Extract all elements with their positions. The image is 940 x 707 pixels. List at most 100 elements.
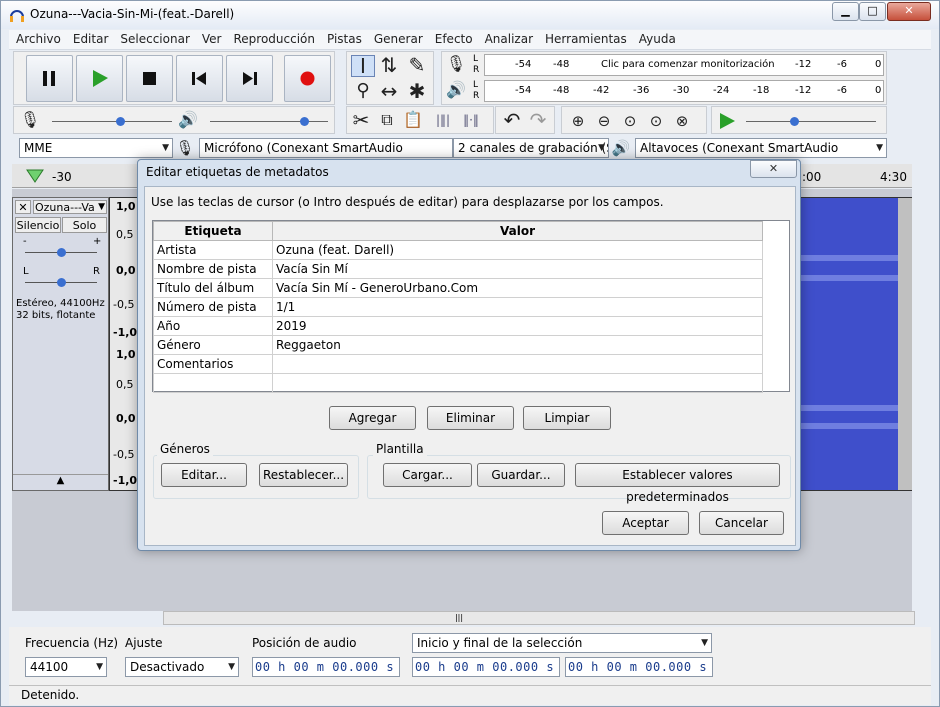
menu-ver[interactable]: Ver [195,30,227,49]
menu-analizar[interactable]: Analizar [478,30,538,49]
tag-cell[interactable]: Título del álbum [153,278,273,298]
selection-tool-icon[interactable]: I [351,55,375,77]
channels-select[interactable]: 2 canales de grabación (S ▼ [453,138,609,158]
cancel-button[interactable]: Cancelar [699,511,784,535]
audio-position-field[interactable]: 00 h 00 m 00.000 s [252,657,400,677]
tag-cell[interactable]: Número de pista [153,297,273,317]
collapse-track-icon[interactable]: ▲ [13,474,108,490]
play-at-speed-icon[interactable] [718,112,736,130]
menu-pistas[interactable]: Pistas [320,30,367,49]
speed-slider[interactable] [746,117,876,126]
menu-generar[interactable]: Generar [367,30,428,49]
rec-volume-slider[interactable] [52,117,172,126]
selection-start-field[interactable]: 00 h 00 m 00.000 s [412,657,560,677]
set-defaults-button[interactable]: Establecer valores predeterminados [575,463,780,504]
horizontal-scrollbar[interactable]: ||| [163,611,915,625]
track-close-icon[interactable]: ✕ [15,200,31,214]
zoom-toggle-icon[interactable]: ⊗ [670,111,694,131]
multi-tool-icon[interactable]: ✱ [405,81,429,101]
redo-icon[interactable]: ↷ [526,110,550,130]
tag-cell[interactable]: Nombre de pista [153,259,273,279]
draw-tool-icon[interactable]: ✎ [405,55,429,75]
zoom-tool-icon[interactable]: ⚲ [351,81,375,101]
value-cell[interactable]: Reggaeton [272,335,763,355]
menu-reproduccion[interactable]: Reproducción [226,30,320,49]
undo-icon[interactable]: ↶ [500,110,524,130]
playback-meter[interactable]: -54 -48 -42 -36 -30 -24 -18 -12 -6 0 [484,80,884,102]
copy-icon[interactable]: ⧉ [375,110,399,130]
tag-cell[interactable]: Comentarios [153,354,273,374]
track-name-menu[interactable]: Ozuna---Va ▼ [33,200,107,214]
timeline-pin-icon[interactable] [26,168,44,184]
maximize-button[interactable]: □ [859,2,886,21]
mute-button[interactable]: Silencio [15,217,61,233]
close-button[interactable]: ✕ [887,2,931,21]
paste-icon[interactable]: 📋 [401,110,425,130]
tag-cell[interactable]: Año [153,316,273,336]
zoom-in-icon[interactable]: ⊕ [566,111,590,131]
menu-editar[interactable]: Editar [66,30,114,49]
zoom-out-icon[interactable]: ⊖ [592,111,616,131]
record-meter-mic-icon[interactable]: 🎙 [444,54,468,74]
rec-monitor-prompt[interactable]: Clic para comenzar monitorización [601,59,775,70]
value-cell[interactable] [272,354,763,374]
gain-slider[interactable] [25,248,97,257]
trim-icon[interactable]: |‖| [431,110,455,130]
snap-select[interactable]: Desactivado ▼ [125,657,239,677]
recording-device-select[interactable]: Micrófono (Conexant SmartAudio [199,138,453,158]
clear-button[interactable]: Limpiar [523,406,611,430]
value-cell[interactable]: 1/1 [272,297,763,317]
playback-device-select[interactable]: Altavoces (Conexant SmartAudio ▼ [635,138,887,158]
menu-archivo[interactable]: Archivo [9,30,66,49]
speed-thumb[interactable] [790,117,799,126]
skip-end-button[interactable] [226,55,273,102]
value-cell[interactable]: Ozuna (feat. Darell) [272,240,763,260]
pan-thumb[interactable] [57,278,66,287]
gain-thumb[interactable] [57,248,66,257]
scroll-grip-icon[interactable]: ||| [444,613,474,623]
genres-edit-button[interactable]: Editar... [161,463,247,487]
pause-button[interactable] [26,55,73,102]
tag-cell[interactable]: Artista [153,240,273,260]
template-load-button[interactable]: Cargar... [383,463,472,487]
menu-efecto[interactable]: Efecto [428,30,478,49]
rec-volume-thumb[interactable] [116,117,125,126]
record-button[interactable] [284,55,331,102]
timeshift-tool-icon[interactable]: ↔ [377,81,401,101]
selection-mode-select[interactable]: Inicio y final de la selección ▼ [412,633,712,653]
record-meter[interactable]: -54 -48 Clic para comenzar monitorizació… [484,54,884,76]
menu-ayuda[interactable]: Ayuda [632,30,681,49]
fit-selection-icon[interactable]: ⊙ [618,111,642,131]
add-button[interactable]: Agregar [329,406,416,430]
audio-host-select[interactable]: MME ▼ [19,138,173,158]
value-cell[interactable]: Vacía Sin Mí - GeneroUrbano.Com [272,278,763,298]
skip-start-button[interactable] [176,55,223,102]
template-save-button[interactable]: Guardar... [477,463,565,487]
dialog-close-button[interactable]: ✕ [750,160,797,178]
selection-end-field[interactable]: 00 h 00 m 00.000 s [565,657,713,677]
play-volume-slider[interactable] [210,117,328,126]
value-cell[interactable]: Vacía Sin Mí [272,259,763,279]
project-rate-select[interactable]: 44100 ▼ [25,657,107,677]
play-meter-speaker-icon[interactable]: 🔊 [444,80,468,100]
tag-cell[interactable]: Género [153,335,273,355]
genres-reset-button[interactable]: Restablecer... [259,463,348,487]
menu-seleccionar[interactable]: Seleccionar [113,30,194,49]
play-volume-thumb[interactable] [300,117,309,126]
pan-slider[interactable] [25,278,97,287]
play-button[interactable] [76,55,123,102]
delete-button[interactable]: Eliminar [427,406,514,430]
silence-icon[interactable]: ‖·‖ [459,110,483,130]
stop-button[interactable] [126,55,173,102]
cut-icon[interactable]: ✂ [349,110,373,130]
template-label: Plantilla [373,442,427,456]
fit-project-icon[interactable]: ⊙ [644,111,668,131]
minimize-button[interactable]: ▁ [832,2,859,21]
ok-button[interactable]: Aceptar [602,511,689,535]
envelope-tool-icon[interactable]: ⇅ [377,55,401,75]
tag-cell[interactable] [153,373,273,393]
menu-herramientas[interactable]: Herramientas [538,30,632,49]
solo-button[interactable]: Solo [62,217,107,233]
value-cell[interactable]: 2019 [272,316,763,336]
value-cell[interactable] [272,373,763,393]
